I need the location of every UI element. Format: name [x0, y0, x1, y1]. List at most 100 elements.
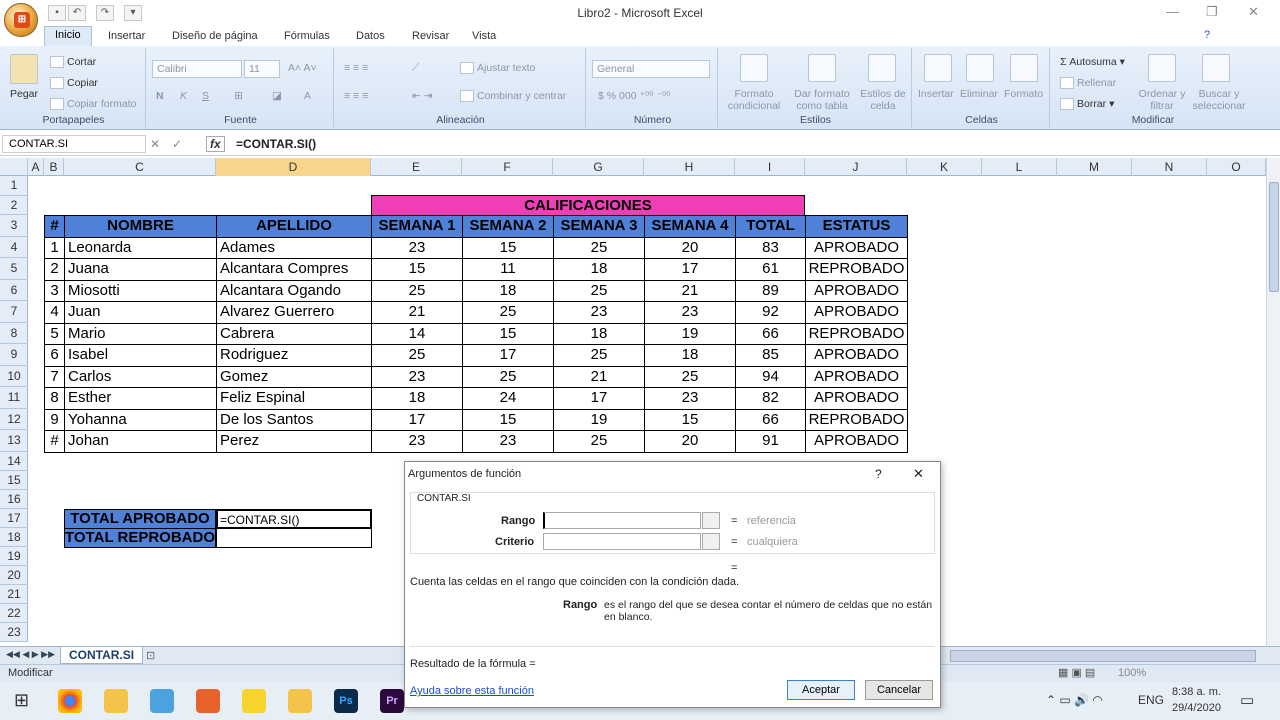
table-cell[interactable]: 2: [44, 258, 65, 281]
table-cell[interactable]: APROBADO: [805, 387, 908, 410]
row-header[interactable]: 4: [0, 237, 28, 258]
fill-color-icon[interactable]: ◪: [272, 90, 282, 102]
insert-function-icon[interactable]: fx: [206, 136, 225, 152]
currency-icon[interactable]: $ % 000 ⁺⁰⁰ ⁻⁰⁰: [598, 90, 670, 102]
row-header[interactable]: 13: [0, 430, 28, 452]
table-cell[interactable]: 85: [735, 344, 806, 367]
row-header[interactable]: 3: [0, 215, 28, 237]
table-cell[interactable]: 23: [371, 430, 463, 453]
format-painter-button[interactable]: Copiar formato: [50, 98, 136, 111]
office-button[interactable]: ⊞: [4, 3, 38, 37]
app-icon[interactable]: [150, 689, 174, 713]
table-cell[interactable]: 4: [44, 301, 65, 324]
table-cell[interactable]: 91: [735, 430, 806, 453]
formula-input[interactable]: =CONTAR.SI(): [232, 135, 1262, 153]
bold-button[interactable]: N: [156, 90, 164, 102]
tab-revisar[interactable]: Revisar: [402, 28, 459, 44]
table-cell[interactable]: APROBADO: [805, 344, 908, 367]
column-header[interactable]: D: [216, 158, 371, 176]
table-cell[interactable]: APROBADO: [805, 279, 908, 302]
table-cell[interactable]: 25: [462, 301, 554, 324]
clock-date[interactable]: 29/4/2020: [1172, 702, 1221, 714]
autosum-button[interactable]: Σ Autosuma ▾: [1060, 56, 1125, 68]
tab-formulas[interactable]: Fórmulas: [274, 28, 340, 44]
active-cell[interactable]: =CONTAR.SI(): [216, 508, 372, 529]
table-cell[interactable]: 94: [735, 365, 806, 388]
table-header-cell[interactable]: SEMANA 2: [462, 215, 554, 238]
row-header[interactable]: 15: [0, 471, 28, 490]
table-cell[interactable]: Carlos: [64, 365, 217, 388]
column-header[interactable]: H: [644, 158, 735, 176]
restore-button[interactable]: ❐: [1206, 4, 1218, 20]
criterio-input[interactable]: [543, 533, 701, 550]
undo-icon[interactable]: ↶: [68, 5, 86, 21]
row-header[interactable]: 22: [0, 604, 28, 623]
table-cell[interactable]: 15: [462, 236, 554, 259]
tab-diseno[interactable]: Diseño de página: [162, 28, 268, 44]
row-header[interactable]: 10: [0, 366, 28, 387]
table-cell[interactable]: 17: [644, 258, 736, 281]
table-cell[interactable]: Rodriguez: [216, 344, 372, 367]
wrap-text-button[interactable]: Ajustar texto: [460, 62, 535, 75]
delete-cells-button[interactable]: Eliminar: [960, 88, 998, 100]
table-cell[interactable]: 18: [553, 322, 645, 345]
windows-start-icon[interactable]: ⊞: [14, 690, 29, 711]
row-header[interactable]: 11: [0, 387, 28, 409]
row-header[interactable]: 14: [0, 452, 28, 471]
table-cell[interactable]: 18: [553, 258, 645, 281]
table-cell[interactable]: REPROBADO: [805, 258, 908, 281]
sheet-nav-icon[interactable]: ◀◀ ◀ ▶ ▶▶: [6, 649, 55, 660]
table-cell[interactable]: 66: [735, 322, 806, 345]
table-cell[interactable]: 25: [553, 430, 645, 453]
row-header[interactable]: 18: [0, 528, 28, 547]
notifications-icon[interactable]: ▭: [1240, 691, 1254, 709]
notes-icon[interactable]: [242, 689, 266, 713]
table-header-cell[interactable]: #: [44, 215, 65, 238]
redo-icon[interactable]: ↷: [96, 5, 114, 21]
table-title[interactable]: CALIFICACIONES: [371, 195, 805, 217]
table-cell[interactable]: 24: [462, 387, 554, 410]
table-cell[interactable]: 21: [553, 365, 645, 388]
table-cell[interactable]: 25: [553, 344, 645, 367]
row-header[interactable]: 7: [0, 301, 28, 323]
table-cell[interactable]: 15: [644, 408, 736, 431]
row-header[interactable]: 8: [0, 323, 28, 344]
table-cell[interactable]: REPROBADO: [805, 322, 908, 345]
table-cell[interactable]: #: [44, 430, 65, 453]
cancel-button[interactable]: Cancelar: [865, 680, 933, 700]
format-table-button[interactable]: Dar formato como tabla: [790, 88, 854, 112]
fill-button[interactable]: Rellenar: [1060, 77, 1116, 90]
insert-cells-button[interactable]: Insertar: [918, 88, 954, 100]
table-cell[interactable]: Miosotti: [64, 279, 217, 302]
table-header-cell[interactable]: APELLIDO: [216, 215, 372, 238]
table-cell[interactable]: Cabrera: [216, 322, 372, 345]
table-cell[interactable]: 83: [735, 236, 806, 259]
sort-filter-button[interactable]: Ordenar y filtrar: [1136, 88, 1188, 112]
minimize-button[interactable]: —: [1166, 4, 1179, 19]
table-cell[interactable]: Adames: [216, 236, 372, 259]
column-header[interactable]: A: [28, 158, 44, 176]
copy-button[interactable]: Copiar: [50, 77, 98, 90]
range-picker-icon[interactable]: [702, 512, 720, 529]
table-cell[interactable]: 23: [371, 236, 463, 259]
table-cell[interactable]: 92: [735, 301, 806, 324]
table-cell[interactable]: Alcantara Ogando: [216, 279, 372, 302]
total-reprobados-label[interactable]: TOTAL REPROBADOS: [64, 527, 216, 548]
name-box[interactable]: CONTAR.SI: [2, 135, 146, 153]
table-cell[interactable]: 25: [644, 365, 736, 388]
orientation-icon[interactable]: ⟋: [412, 62, 419, 75]
table-header-cell[interactable]: SEMANA 4: [644, 215, 736, 238]
table-cell[interactable]: 7: [44, 365, 65, 388]
rango-input[interactable]: [543, 512, 701, 529]
tab-inicio[interactable]: Inicio: [44, 26, 92, 46]
row-header[interactable]: 21: [0, 585, 28, 604]
table-cell[interactable]: 1: [44, 236, 65, 259]
dialog-close-icon[interactable]: ✕: [913, 466, 924, 482]
row-header[interactable]: 20: [0, 566, 28, 585]
font-select[interactable]: Calibri: [152, 60, 242, 78]
table-cell[interactable]: 23: [644, 387, 736, 410]
table-cell[interactable]: 25: [371, 344, 463, 367]
row-header[interactable]: 6: [0, 280, 28, 301]
clock-time[interactable]: 8:38 a. m.: [1172, 686, 1221, 698]
total-reprobados-cell[interactable]: [216, 527, 372, 548]
